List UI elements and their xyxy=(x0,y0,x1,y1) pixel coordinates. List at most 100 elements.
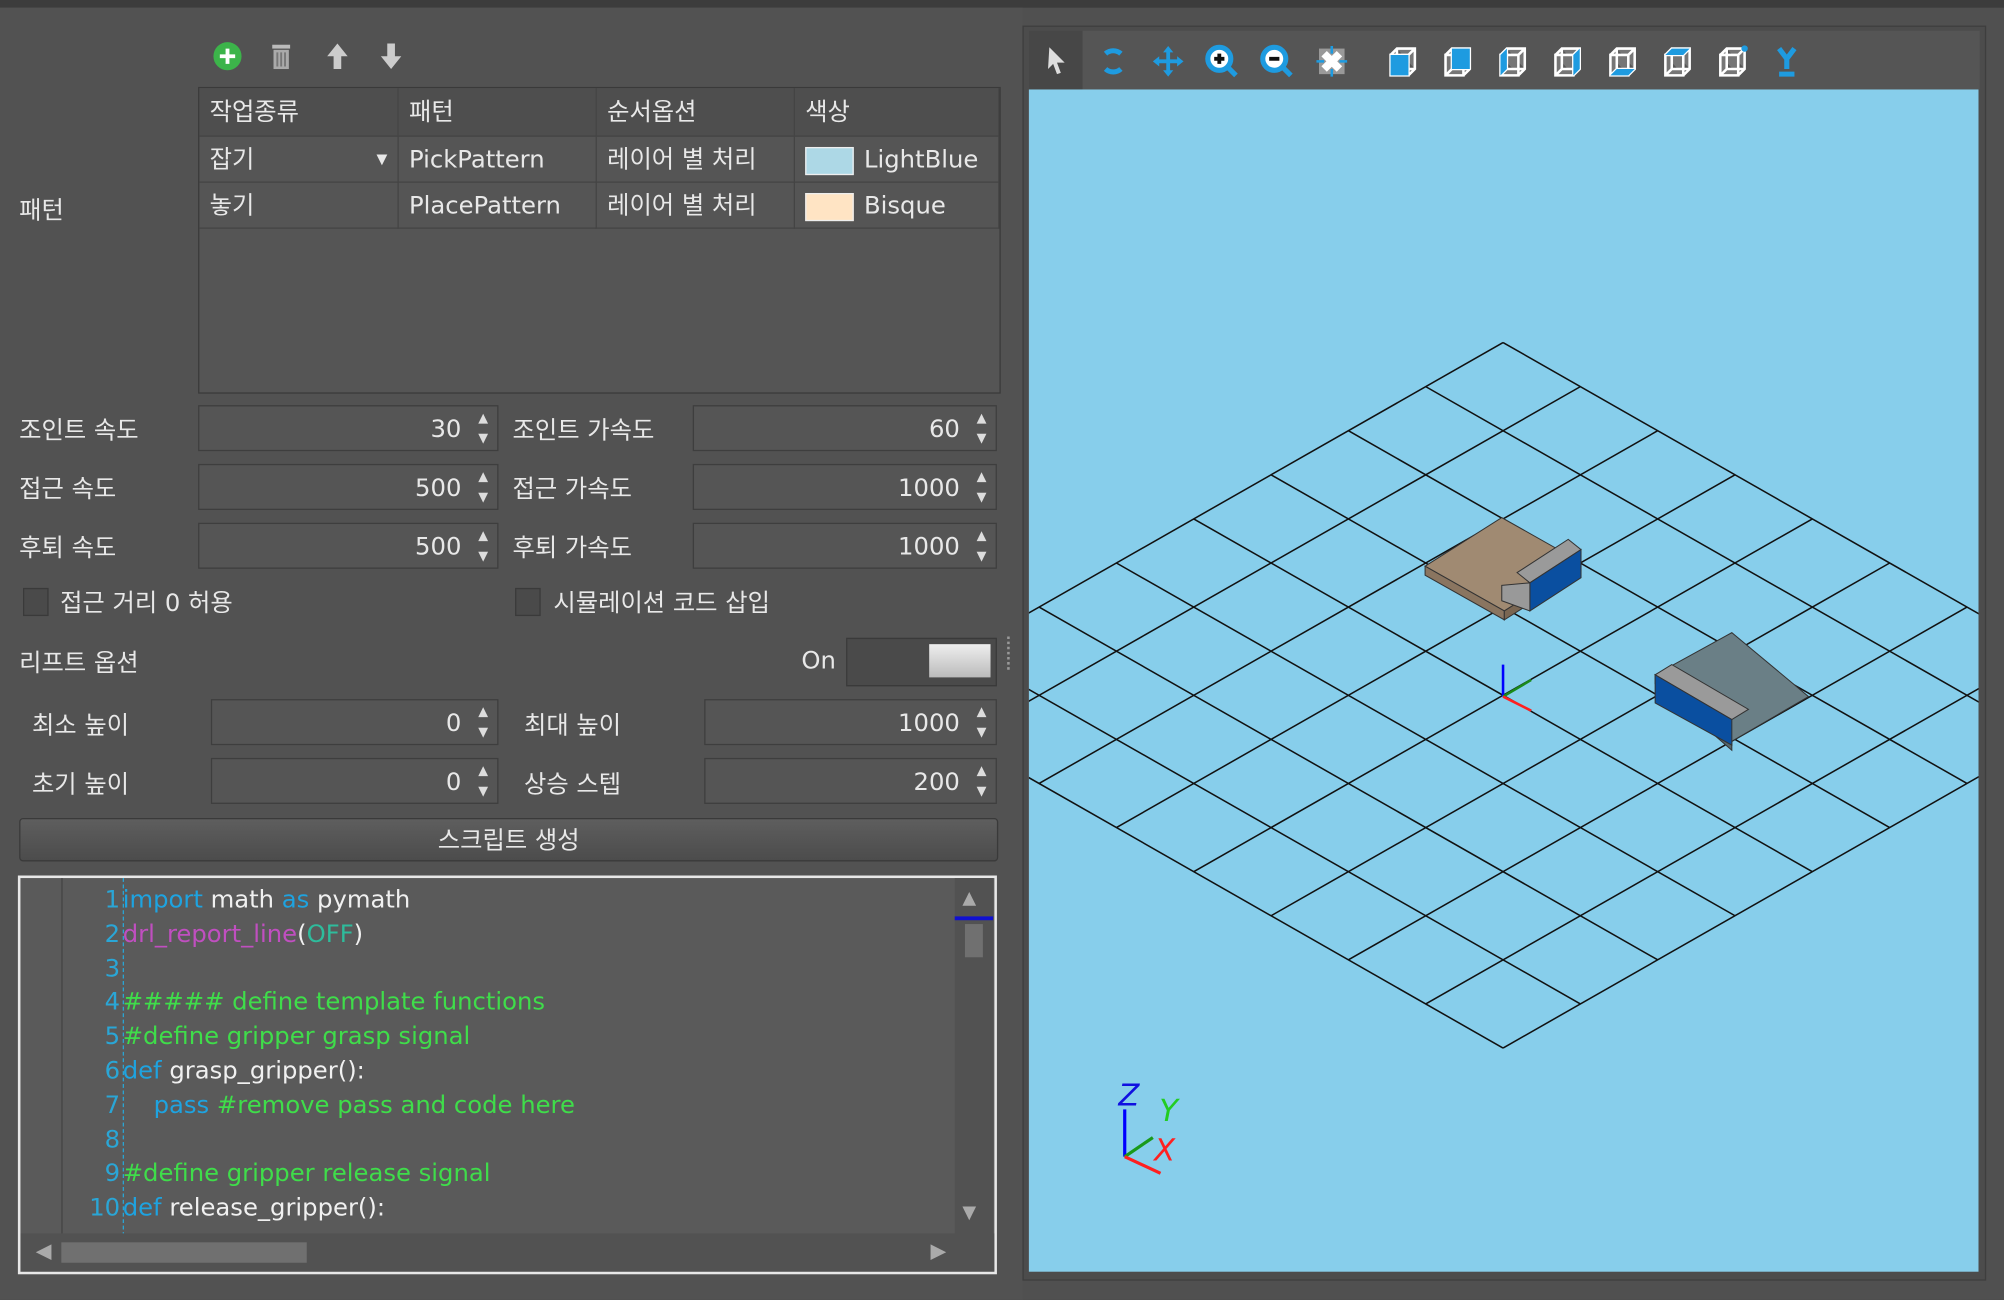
spin-down-icon[interactable]: ▼ xyxy=(973,491,991,506)
spin-down-icon[interactable]: ▼ xyxy=(973,432,991,447)
scroll-down-icon[interactable]: ▼ xyxy=(962,1203,976,1223)
axis-label-y: Y xyxy=(1159,1094,1180,1129)
color-swatch xyxy=(805,146,854,174)
rotate-icon[interactable] xyxy=(1095,43,1131,79)
code-line[interactable]: 1import math as pymath xyxy=(20,883,410,918)
spin-up-icon[interactable]: ▲ xyxy=(474,764,492,779)
move-up-icon[interactable] xyxy=(322,41,353,72)
code-token: ) xyxy=(354,920,363,948)
spin-down-icon[interactable]: ▼ xyxy=(474,491,492,506)
retreat-speed-input[interactable]: 500▲▼ xyxy=(198,523,498,569)
task-cell[interactable]: 놓기 xyxy=(199,183,398,229)
scroll-up-icon[interactable]: ▲ xyxy=(962,888,976,908)
select-icon[interactable] xyxy=(1039,43,1075,79)
code-editor[interactable]: 1import math as pymath2drl_report_line(O… xyxy=(18,875,997,1274)
init-height-input[interactable]: 0▲▼ xyxy=(211,758,499,804)
view-left-icon[interactable] xyxy=(1494,43,1530,79)
line-number: 5 xyxy=(20,1020,122,1055)
insert-sim-code-label[interactable]: 시뮬레이션 코드 삽입 xyxy=(553,584,770,619)
vertical-scrollbar[interactable]: ▲ ▼ xyxy=(955,878,993,1233)
scroll-left-icon[interactable]: ◀ xyxy=(36,1238,52,1262)
min-height-input[interactable]: 0▲▼ xyxy=(211,699,499,745)
column-header-pattern[interactable]: 패턴 xyxy=(399,88,597,137)
allow-zero-approach-label[interactable]: 접근 거리 0 허용 xyxy=(60,584,233,619)
code-line[interactable]: 6def grasp_gripper(): xyxy=(20,1054,364,1089)
joint-speed-input[interactable]: 30▲▼ xyxy=(198,405,498,451)
pattern-cell[interactable]: PlacePattern xyxy=(399,183,597,229)
spin-down-icon[interactable]: ▼ xyxy=(973,550,991,565)
code-line[interactable]: 9#define gripper release signal xyxy=(20,1157,490,1192)
retreat-accel-input[interactable]: 1000▲▼ xyxy=(693,523,997,569)
y-axis-arrow xyxy=(1503,680,1531,697)
view-front-icon[interactable] xyxy=(1384,43,1420,79)
spin-up-icon[interactable]: ▲ xyxy=(973,764,991,779)
move-down-icon[interactable] xyxy=(376,41,407,72)
column-header-order[interactable]: 순서옵션 xyxy=(597,88,795,137)
view-back-icon[interactable] xyxy=(1439,43,1475,79)
code-line[interactable]: 10def release_gripper(): xyxy=(20,1191,385,1226)
delete-icon[interactable] xyxy=(266,41,297,72)
add-icon[interactable] xyxy=(212,41,243,72)
lift-toggle[interactable] xyxy=(846,638,997,687)
step-input[interactable]: 200▲▼ xyxy=(704,758,997,804)
generate-script-button[interactable]: 스크립트 생성 xyxy=(19,818,998,861)
code-token: as xyxy=(282,886,310,914)
lift-option-label: 리프트 옵션 xyxy=(19,644,138,679)
robot-icon[interactable] xyxy=(1769,43,1805,79)
insert-sim-code-checkbox[interactable] xyxy=(515,588,541,616)
spin-down-icon[interactable]: ▼ xyxy=(474,726,492,741)
view-iso-icon[interactable] xyxy=(1714,43,1750,79)
3d-viewport[interactable]: ZYX xyxy=(1029,89,1979,1271)
code-line[interactable]: 3 xyxy=(20,952,122,987)
horizontal-scroll-thumb[interactable] xyxy=(61,1242,306,1262)
code-line[interactable]: 7 pass #remove pass and code here xyxy=(20,1089,574,1124)
color-cell[interactable]: LightBlue xyxy=(795,137,999,183)
spin-up-icon[interactable]: ▲ xyxy=(474,470,492,485)
spin-up-icon[interactable]: ▲ xyxy=(474,529,492,544)
code-line[interactable]: 4##### define template functions xyxy=(20,986,545,1021)
code-line[interactable]: 2drl_report_line(OFF) xyxy=(20,917,363,952)
pattern-cell[interactable]: PickPattern xyxy=(399,137,597,183)
spin-up-icon[interactable]: ▲ xyxy=(973,412,991,427)
spin-up-icon[interactable]: ▲ xyxy=(973,470,991,485)
approach-accel-label: 접근 가속도 xyxy=(513,470,632,505)
code-token: #remove pass and code here xyxy=(209,1091,575,1119)
view-right-icon[interactable] xyxy=(1549,43,1585,79)
fit-icon[interactable] xyxy=(1314,43,1350,79)
joint-accel-input[interactable]: 60▲▼ xyxy=(693,405,997,451)
max-height-input[interactable]: 1000▲▼ xyxy=(704,699,997,745)
vertical-scroll-thumb[interactable] xyxy=(965,924,983,957)
spin-up-icon[interactable]: ▲ xyxy=(973,529,991,544)
splitter-handle[interactable] xyxy=(1007,636,1013,669)
horizontal-scrollbar[interactable]: ◀ ▶ xyxy=(20,1233,994,1271)
approach-speed-input[interactable]: 500▲▼ xyxy=(198,464,498,510)
spin-down-icon[interactable]: ▼ xyxy=(474,785,492,800)
spin-down-icon[interactable]: ▼ xyxy=(973,785,991,800)
color-cell[interactable]: Bisque xyxy=(795,183,999,229)
zoom-out-icon[interactable] xyxy=(1259,43,1295,79)
spin-up-icon[interactable]: ▲ xyxy=(973,706,991,721)
spin-down-icon[interactable]: ▼ xyxy=(474,432,492,447)
code-line[interactable]: 8 xyxy=(20,1123,122,1158)
zoom-in-icon[interactable] xyxy=(1204,43,1240,79)
scroll-right-icon[interactable]: ▶ xyxy=(930,1238,946,1262)
approach-accel-input[interactable]: 1000▲▼ xyxy=(693,464,997,510)
spin-up-icon[interactable]: ▲ xyxy=(474,706,492,721)
column-header-color[interactable]: 색상 xyxy=(795,88,999,137)
scene-canvas[interactable]: ZYX xyxy=(1029,89,1979,1271)
view-top-icon[interactable] xyxy=(1659,43,1695,79)
spin-up-icon[interactable]: ▲ xyxy=(474,412,492,427)
column-header-task[interactable]: 작업종류 xyxy=(199,88,398,137)
dropdown-arrow-icon[interactable]: ▼ xyxy=(376,137,387,183)
order-cell[interactable]: 레이어 별 처리 xyxy=(597,183,795,229)
spin-down-icon[interactable]: ▼ xyxy=(973,726,991,741)
order-cell[interactable]: 레이어 별 처리 xyxy=(597,137,795,183)
pan-icon[interactable] xyxy=(1150,43,1186,79)
spin-down-icon[interactable]: ▼ xyxy=(474,550,492,565)
task-select[interactable]: 잡기▼ xyxy=(199,137,398,183)
allow-zero-approach-checkbox[interactable] xyxy=(23,588,49,616)
toggle-knob[interactable] xyxy=(929,644,990,677)
color-name: LightBlue xyxy=(864,146,978,174)
view-bottom-icon[interactable] xyxy=(1604,43,1640,79)
code-line[interactable]: 5#define gripper grasp signal xyxy=(20,1020,470,1055)
